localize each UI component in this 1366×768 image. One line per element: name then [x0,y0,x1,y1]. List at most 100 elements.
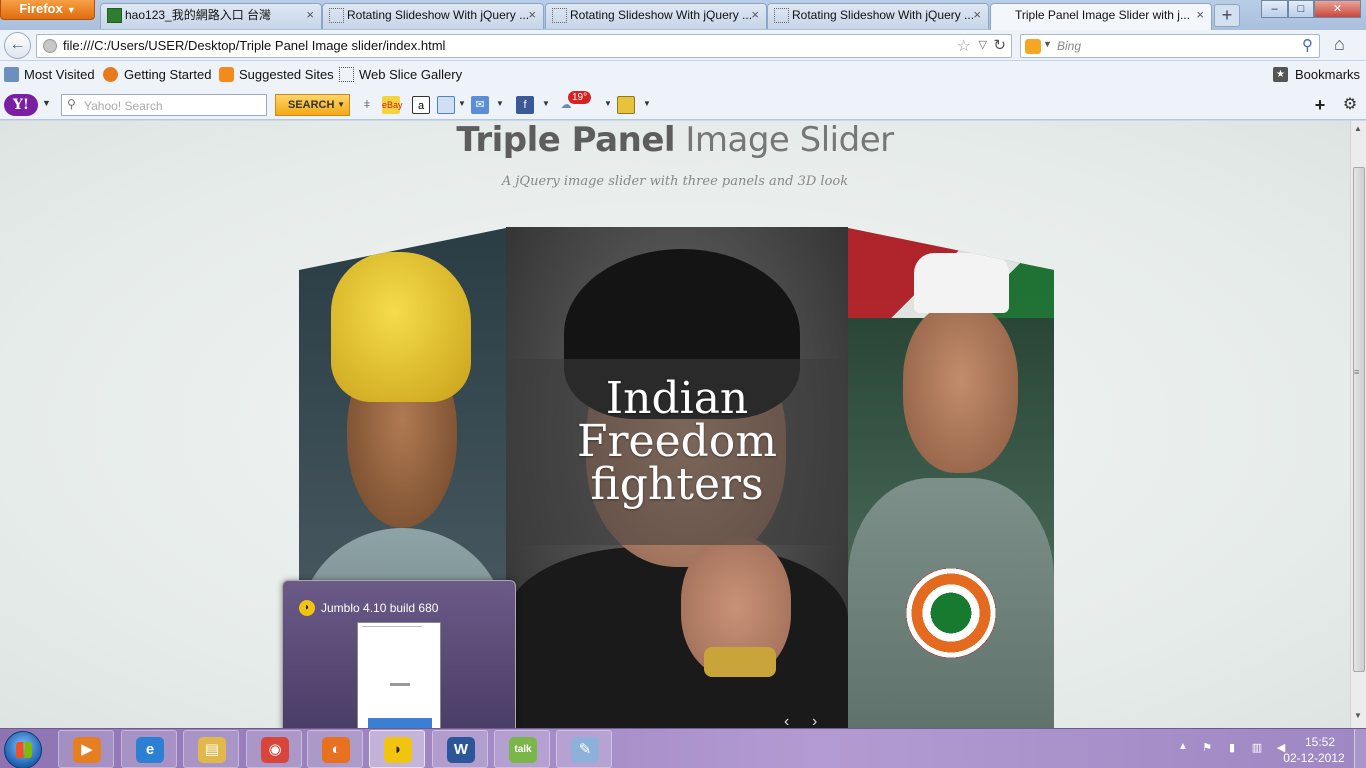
search-engine-dropdown-icon[interactable]: ▼ [1043,39,1052,49]
back-button[interactable]: ← [4,32,31,59]
bookmark-suggested-sites[interactable]: Suggested Sites [239,67,334,82]
close-tab-icon[interactable]: × [528,4,536,26]
page-icon [339,67,354,82]
yahoo-logo[interactable]: Y! [4,94,38,116]
page-title: Triple Panel Image Slider [0,121,1350,159]
bookmarks-menu[interactable]: Bookmarks [1295,67,1360,82]
chevron-down-icon[interactable]: ▼ [42,98,51,108]
taskbar-word[interactable]: W [432,730,488,768]
close-tab-icon[interactable]: × [1196,4,1204,26]
thumbnail-title: Jumblo 4.10 build 680 [321,601,439,615]
taskbar-google-talk[interactable]: talk [494,730,550,768]
amazon-icon[interactable]: a [412,96,430,114]
chevron-down-icon[interactable]: ▼ [604,99,612,108]
address-bar[interactable]: file:///C:/Users/USER/Desktop/Triple Pan… [36,34,1012,58]
scroll-down-icon[interactable]: ▼ [1354,711,1362,720]
back-arrow-icon: ← [9,36,26,53]
word-icon: W [447,737,475,763]
close-tab-icon[interactable]: × [751,4,759,26]
bookmark-most-visited[interactable]: Most Visited [24,67,95,82]
slider-next-arrow-icon[interactable]: › [812,714,826,729]
tab-title: Rotating Slideshow With jQuery ... [570,8,753,22]
jumblo-icon: ◗ [299,600,315,616]
caption-line: Indian [605,373,749,424]
bookmark-getting-started[interactable]: Getting Started [124,67,211,82]
windows-logo-icon [16,742,32,758]
clock-date[interactable]: 02-12-2012 [1280,751,1348,765]
taskbar-windows-explorer[interactable]: ▤ [183,730,239,768]
yahoo-search-input[interactable]: ⚲ Yahoo! Search [61,94,267,116]
power-icon[interactable]: ▮ [1225,741,1239,755]
close-window-button[interactable]: ✕ [1314,0,1361,18]
chrome-icon: ◉ [261,737,289,763]
firefox-menu-button[interactable]: Firefox ▼ [0,0,95,20]
flickr-icon[interactable] [617,96,635,114]
tab-rotating-slideshow-3[interactable]: Rotating Slideshow With jQuery ... × [767,3,989,29]
scroll-up-icon[interactable]: ▲ [1354,124,1362,133]
navigation-bar: ← file:///C:/Users/USER/Desktop/Triple P… [0,30,1366,61]
yahoo-search-placeholder[interactable]: Yahoo! Search [84,99,163,113]
window-preview[interactable] [357,622,441,731]
portrait-suit [506,547,848,728]
slider-panel-center[interactable]: Indian Freedom fighters [506,227,848,728]
show-desktop-button[interactable] [1354,729,1366,768]
tab-bar: Firefox ▼ hao123_我的網路入口 台灣 × Rotating Sli… [0,0,1366,30]
tab-triple-panel-slider[interactable]: Triple Panel Image Slider with j... × [990,3,1212,30]
show-hidden-icons-icon[interactable]: ▲ [1178,741,1188,752]
news-icon[interactable] [437,96,455,114]
slider-panel-right[interactable] [848,228,1054,728]
page-icon [329,8,344,23]
action-center-flag-icon[interactable]: ⚑ [1200,741,1214,755]
mail-icon[interactable]: ✉ [471,96,489,114]
facebook-icon[interactable]: f [516,96,534,114]
close-tab-icon[interactable]: × [306,4,314,26]
vertical-scrollbar[interactable]: ▲ ≡ ▼ [1350,121,1366,728]
gear-icon[interactable]: ⚙ [1341,96,1359,114]
taskbar-jumblo[interactable]: ◗ [369,730,425,768]
chevron-down-icon[interactable]: ▼ [458,99,466,108]
maximize-button[interactable]: □ [1288,0,1314,18]
search-bar[interactable]: ▼ Bing ⚲ [1020,34,1320,58]
portrait-face [903,303,1018,473]
search-icon[interactable]: ⚲ [1302,36,1313,54]
bookmark-star-icon[interactable]: ☆ [957,36,971,56]
toolbar-divider-icon: ǂ [363,99,371,111]
scroll-thumb[interactable] [1353,167,1365,672]
home-icon[interactable]: ⌂ [1334,34,1345,55]
caption-line: Freedom [576,416,778,467]
taskbar-internet-explorer[interactable]: e [121,730,177,768]
page-content: Triple Panel Image Slider A jQuery image… [0,121,1350,728]
bookmark-web-slice-gallery[interactable]: Web Slice Gallery [359,67,462,82]
slider-prev-arrow-icon[interactable]: ‹ [784,714,798,729]
tab-hao123[interactable]: hao123_我的網路入口 台灣 × [100,3,322,29]
new-tab-button[interactable]: + [1214,4,1240,27]
history-dropdown-icon[interactable]: ▽ [979,38,987,51]
taskbar-thumbnail-popup[interactable]: ◗ Jumblo 4.10 build 680 [282,580,516,731]
tab-rotating-slideshow-1[interactable]: Rotating Slideshow With jQuery ... × [322,3,544,29]
taskbar-chrome[interactable]: ◉ [246,730,302,768]
bing-icon[interactable] [1025,39,1041,54]
chevron-down-icon[interactable]: ▼ [643,99,651,108]
clock-time[interactable]: 15:52 [1292,735,1348,749]
caption-line: fighters [590,459,764,510]
reload-icon[interactable]: ↻ [993,36,1006,54]
preview-banner [368,718,432,728]
close-tab-icon[interactable]: × [973,4,981,26]
yahoo-search-button[interactable]: SEARCH ▼ [275,94,350,116]
start-button[interactable] [4,731,42,768]
chevron-down-icon[interactable]: ▼ [542,99,550,108]
chevron-down-icon[interactable]: ▼ [496,99,504,108]
network-icon[interactable]: ▥ [1250,741,1264,755]
page-subtitle: A jQuery image slider with three panels … [501,174,849,189]
preview-text [390,683,410,686]
tab-rotating-slideshow-2[interactable]: Rotating Slideshow With jQuery ... × [545,3,767,29]
taskbar-media-player[interactable]: ▶ [58,730,114,768]
search-placeholder[interactable]: Bing [1057,39,1081,53]
url-text[interactable]: file:///C:/Users/USER/Desktop/Triple Pan… [63,38,445,53]
add-icon[interactable]: + [1311,96,1329,114]
taskbar-paint[interactable]: ✎ [556,730,612,768]
taskbar-firefox[interactable]: ◐ [307,730,363,768]
ebay-icon[interactable]: eBay [382,96,403,114]
minimize-button[interactable]: – [1261,0,1288,18]
portrait-cap [914,253,1009,313]
